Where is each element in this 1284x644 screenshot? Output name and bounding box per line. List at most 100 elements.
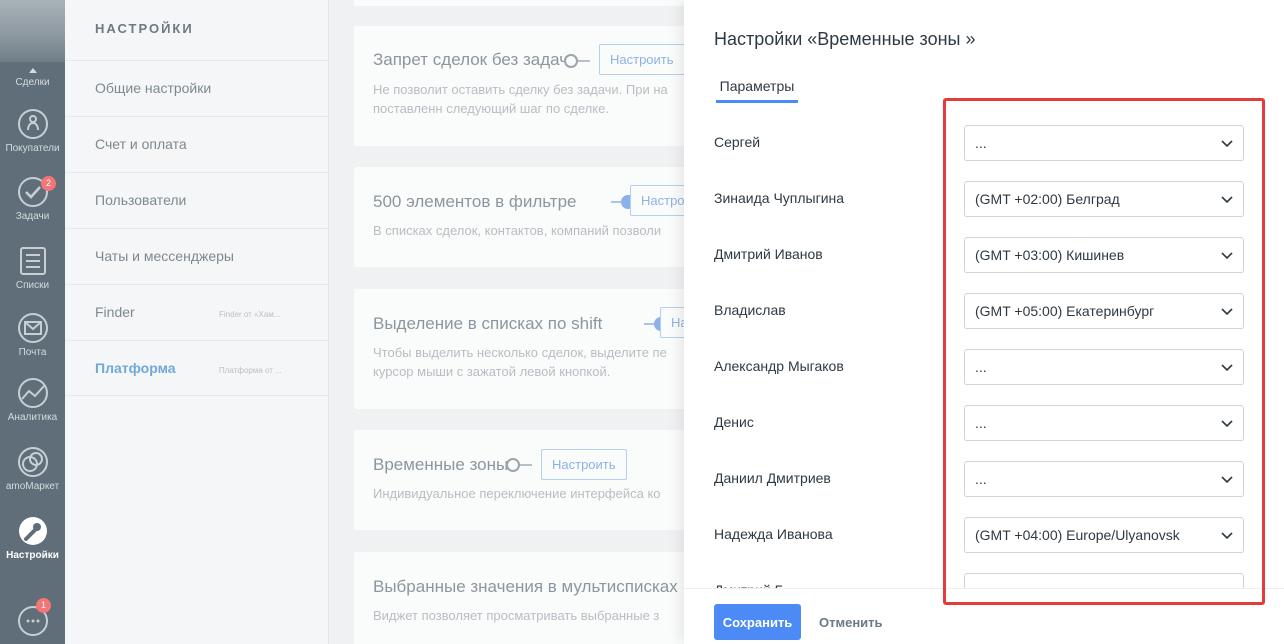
widget-card: Выделение в списках по shift Настроить Ч…	[354, 289, 684, 409]
rail-item-chat[interactable]: 1	[0, 598, 65, 640]
settings-nav-general[interactable]: Общие настройки	[65, 60, 329, 116]
lists-icon	[19, 247, 46, 275]
timezone-value: (GMT +02:00) Белград	[975, 191, 1120, 207]
user-name: Владислав	[714, 302, 786, 318]
rail-item-deals[interactable]: Сделки	[0, 66, 65, 88]
configure-button[interactable]: Настроить	[630, 185, 684, 216]
user-timezone-row: Даниил Дмитриев ...	[714, 461, 1244, 497]
timezone-value: ...	[975, 135, 987, 151]
widget-description: курсор мыши с зажатой левой кнопкой.	[373, 364, 611, 379]
user-name: Даниил Дмитриев	[714, 470, 831, 486]
analytics-icon	[17, 378, 48, 408]
widget-toggle[interactable]	[564, 54, 590, 68]
timezone-value: ...	[975, 359, 987, 375]
widget-card: 500 элементов в фильтре Настроить В спис…	[354, 167, 684, 267]
rail-item-lists[interactable]: Списки	[0, 245, 65, 291]
save-button[interactable]: Сохранить	[714, 604, 801, 640]
widget-title: Выделение в списках по shift	[373, 314, 603, 333]
user-name: Дмитрий Иванов	[714, 246, 823, 262]
user-timezone-row: Надежда Иванова (GMT +04:00) Europe/Ulya…	[714, 517, 1244, 553]
timezone-value: ...	[975, 415, 987, 431]
chevron-down-icon	[1221, 196, 1233, 204]
rail-item-amomarket[interactable]: amoМаркет	[0, 446, 65, 492]
chevron-down-icon	[1221, 420, 1233, 428]
widget-description: Виджет позволяет просматривать выбранные…	[373, 608, 660, 623]
rail-item-label: Сделки	[15, 77, 50, 88]
widget-card	[354, 0, 684, 6]
widgets-list: Запрет сделок без задач Настроить Не поз…	[330, 0, 684, 644]
rail-item-customers[interactable]: Покупатели	[0, 108, 65, 154]
widget-description: Чтобы выделить несколько сделок, выделит…	[373, 345, 667, 360]
timezone-select[interactable]: (GMT +03:00) Кишинев	[964, 237, 1244, 273]
widget-title: Выбранные значения в мультисписках	[373, 577, 678, 596]
widget-description: Индивидуальное переключение интерфейса к…	[373, 486, 661, 501]
user-name: Зинаида Чуплыгина	[714, 190, 845, 206]
user-timezone-row: Зинаида Чуплыгина (GMT +02:00) Белград	[714, 181, 1244, 217]
rail-item-label: Аналитика	[7, 412, 58, 423]
timezone-value: (GMT +04:00) Europe/Ulyanovsk	[975, 527, 1180, 543]
settings-sidebar: НАСТРОЙКИ Общие настройки Счет и оплата …	[65, 0, 329, 644]
settings-nav-label: Пользователи	[95, 192, 187, 208]
rail-item-label: Настройки	[6, 550, 59, 561]
rail-item-tasks[interactable]: Задачи 2	[0, 176, 65, 222]
timezone-select[interactable]: ...	[964, 349, 1244, 385]
chevron-down-icon	[1221, 532, 1233, 540]
timezone-settings-modal: Настройки «Временные зоны » Параметры Се…	[684, 0, 1284, 644]
user-timezone-row: Сергей ...	[714, 125, 1244, 161]
widget-toggle[interactable]	[506, 458, 532, 472]
user-timezone-row: Александр Мыгаков ...	[714, 349, 1244, 385]
configure-button[interactable]: Настроить	[660, 307, 684, 338]
settings-nav-sublabel: Finder от «Хам...	[219, 310, 281, 319]
chevron-down-icon	[1221, 140, 1233, 148]
user-timezone-row: Владислав (GMT +05:00) Екатеринбург	[714, 293, 1244, 329]
timezone-select[interactable]: (GMT +02:00) Белград	[964, 181, 1244, 217]
settings-nav-users[interactable]: Пользователи	[65, 172, 329, 228]
timezone-select[interactable]: ...	[964, 461, 1244, 497]
settings-title: НАСТРОЙКИ	[95, 21, 194, 36]
widget-title: 500 элементов в фильтре	[373, 192, 577, 211]
modal-footer: Сохранить Отменить	[684, 588, 1284, 644]
timezone-select[interactable]: (GMT +05:00) Екатеринбург	[964, 293, 1244, 329]
configure-button[interactable]: Настроить	[599, 44, 684, 75]
timezone-select[interactable]: ...	[964, 405, 1244, 441]
settings-nav-label: Счет и оплата	[95, 136, 187, 152]
settings-nav-label: Общие настройки	[95, 80, 212, 96]
widget-description: В списках сделок, контактов, компаний по…	[373, 223, 662, 238]
rail-item-label: amoМаркет	[5, 481, 60, 492]
widget-card: Запрет сделок без задач Настроить Не поз…	[354, 26, 684, 146]
user-name: Александр Мыгаков	[714, 358, 844, 374]
widget-card: Временные зоны Настроить Индивидуальное …	[354, 430, 684, 530]
rail-item-label: Покупатели	[5, 143, 60, 154]
rail-item-label: Списки	[15, 280, 50, 291]
rail-item-mail[interactable]: Почта	[0, 312, 65, 358]
settings-nav-sublabel: Платформа от ...	[219, 366, 282, 375]
settings-nav-finder[interactable]: Finder Finder от «Хам...	[65, 284, 329, 340]
rail-item-label: Задачи	[15, 211, 50, 222]
settings-nav-chats[interactable]: Чаты и мессенджеры	[65, 228, 329, 284]
settings-nav-platform[interactable]: Платформа Платформа от ...	[65, 340, 329, 396]
rail-item-settings[interactable]: Настройки	[0, 515, 65, 561]
settings-nav-billing[interactable]: Счет и оплата	[65, 116, 329, 172]
timezone-value: ...	[975, 471, 987, 487]
mail-icon	[17, 313, 48, 343]
timezone-value: (GMT +05:00) Екатеринбург	[975, 303, 1155, 319]
account-avatar-banner[interactable]	[0, 0, 65, 62]
settings-nav-label: Чаты и мессенджеры	[95, 248, 234, 264]
cancel-button[interactable]: Отменить	[819, 615, 883, 630]
chevron-down-icon	[1221, 252, 1233, 260]
user-timezone-row: Дмитрий Иванов (GMT +03:00) Кишинев	[714, 237, 1244, 273]
amomarket-icon	[17, 447, 48, 477]
timezone-select[interactable]: ...	[964, 125, 1244, 161]
configure-button[interactable]: Настроить	[541, 449, 627, 480]
rail-item-analytics[interactable]: Аналитика	[0, 377, 65, 423]
main-nav-rail: Сделки Покупатели Задачи 2 Списки Почта …	[0, 0, 65, 644]
timezone-select[interactable]: (GMT +04:00) Europe/Ulyanovsk	[964, 517, 1244, 553]
chevron-down-icon	[1221, 364, 1233, 372]
user-name: Сергей	[714, 134, 761, 150]
rail-item-label: Почта	[18, 347, 47, 358]
user-name: Надежда Иванова	[714, 526, 833, 542]
timezone-value: (GMT +03:00) Кишинев	[975, 247, 1125, 263]
user-name: Денис	[714, 414, 754, 430]
settings-nav-label: Платформа	[95, 360, 176, 376]
tab-parameters[interactable]: Параметры	[716, 78, 798, 103]
